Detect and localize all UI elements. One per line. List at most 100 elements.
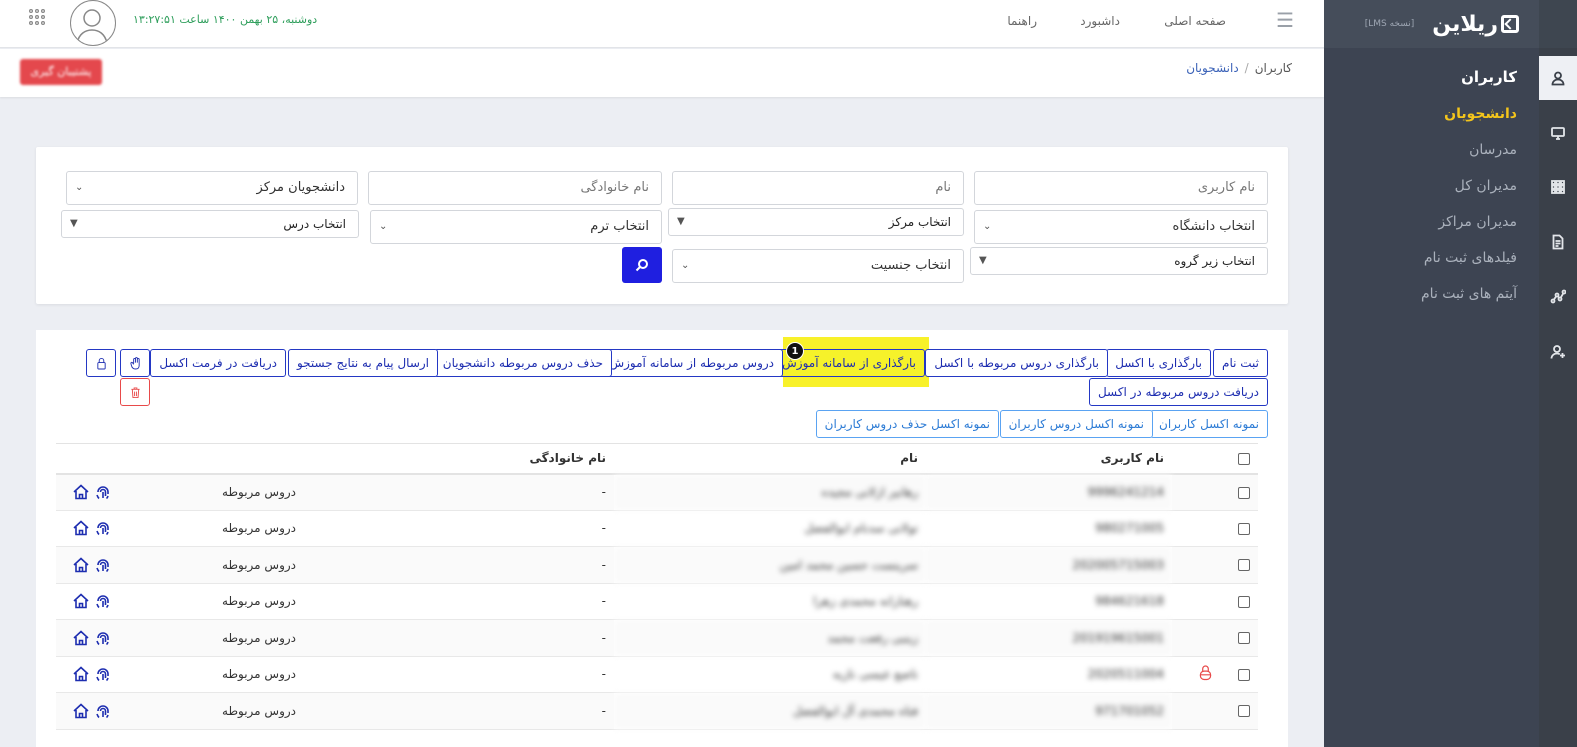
- university-select[interactable]: انتخاب دانشگاه ⌄: [974, 210, 1268, 244]
- row-checkbox[interactable]: [1238, 705, 1250, 718]
- user-avatar-icon: [76, 9, 108, 44]
- users-table: نام کاربری نام نام خانوادگی 9996241214 ر…: [56, 443, 1258, 730]
- row-checkbox[interactable]: [1238, 632, 1250, 645]
- chart-icon[interactable]: [1539, 275, 1577, 319]
- row-checkbox[interactable]: [1238, 522, 1250, 535]
- lastname-input[interactable]: نام خانوادگی: [368, 171, 662, 205]
- firstname-input[interactable]: نام: [672, 171, 964, 205]
- row-checkbox[interactable]: [1238, 595, 1250, 608]
- row-actions-cell: [56, 656, 120, 693]
- fingerprint-icon[interactable]: [94, 519, 112, 537]
- username-cell[interactable]: 984621618: [926, 583, 1172, 620]
- sample-delete-user-courses-excel-button[interactable]: نمونه اکسل حذف دروس کاربران: [815, 410, 999, 438]
- center-students-select[interactable]: دانشجویان مرکز ⌄: [66, 171, 358, 205]
- nav-home-link[interactable]: صفحه اصلی: [1164, 14, 1226, 28]
- home-icon[interactable]: [72, 483, 90, 501]
- related-courses-link[interactable]: دروس مربوطه: [120, 656, 304, 693]
- sample-users-excel-button[interactable]: نمونه اکسل کاربران: [1150, 410, 1268, 438]
- name-cell: سرینست حسین محمد امین: [614, 546, 926, 584]
- breadcrumb: کاربران / دانشجویان: [1186, 61, 1292, 75]
- username-cell[interactable]: 9996241214: [926, 473, 1172, 511]
- sidebar-item-admins[interactable]: مدیران کل: [1324, 168, 1539, 204]
- username-header[interactable]: نام کاربری: [926, 443, 1172, 475]
- nav-help-link[interactable]: راهنما: [1007, 14, 1037, 28]
- username-input[interactable]: نام کاربری: [974, 171, 1268, 205]
- related-courses-from-edu-button[interactable]: دروس مربوطه از سامانه آموزش: [600, 349, 783, 377]
- username-cell[interactable]: 202005715003: [926, 546, 1172, 584]
- avatar[interactable]: [70, 0, 116, 46]
- upload-excel-button[interactable]: بارگذاری با اکسل: [1106, 349, 1211, 377]
- fingerprint-icon[interactable]: [94, 629, 112, 647]
- username-cell[interactable]: 971701052: [926, 692, 1172, 730]
- lock-icon: [96, 358, 106, 370]
- chevron-down-icon: ⌄: [379, 221, 388, 232]
- home-icon[interactable]: [72, 556, 90, 574]
- apps-grid-icon[interactable]: [28, 8, 46, 26]
- hand-icon-button[interactable]: [120, 349, 150, 377]
- related-courses-link[interactable]: دروس مربوطه: [120, 619, 304, 657]
- sidebar-item-registration-items[interactable]: آیتم های ثبت نام: [1324, 276, 1539, 312]
- fingerprint-icon[interactable]: [94, 592, 112, 610]
- related-courses-link[interactable]: دروس مربوطه: [120, 692, 304, 730]
- gender-select[interactable]: انتخاب جنسیت ⌄: [672, 249, 964, 283]
- sidebar-section-title: کاربران: [1461, 68, 1517, 86]
- monitor-icon[interactable]: [1539, 111, 1577, 155]
- name-header[interactable]: نام: [614, 443, 926, 475]
- users-table-card: ثبت نام بارگذاری با اکسل بارگذاری دروس م…: [36, 330, 1288, 747]
- grid-icon[interactable]: [1539, 165, 1577, 209]
- center-select[interactable]: انتخاب مرکز ▼: [668, 208, 964, 236]
- row-checkbox[interactable]: [1238, 486, 1250, 499]
- fingerprint-icon[interactable]: [94, 556, 112, 574]
- row-checkbox[interactable]: [1238, 559, 1250, 572]
- sample-user-courses-excel-button[interactable]: نمونه اکسل دروس کاربران: [999, 410, 1153, 438]
- related-courses-link[interactable]: دروس مربوطه: [120, 473, 304, 511]
- username-cell[interactable]: 201919615001: [926, 619, 1172, 657]
- related-courses-link[interactable]: دروس مربوطه: [120, 546, 304, 584]
- gender-value: انتخاب جنسیت: [870, 258, 951, 273]
- username-cell[interactable]: 980271005: [926, 510, 1172, 547]
- sidebar-item-teachers[interactable]: مدرسان: [1324, 132, 1539, 168]
- menu-toggle-icon[interactable]: ☰: [1276, 8, 1294, 32]
- related-courses-link[interactable]: دروس مربوطه: [120, 583, 304, 620]
- home-icon[interactable]: [72, 665, 90, 683]
- breadcrumb-parent[interactable]: کاربران: [1255, 61, 1292, 75]
- related-courses-link[interactable]: دروس مربوطه: [120, 510, 304, 547]
- home-icon[interactable]: [72, 519, 90, 537]
- brand-logo[interactable]: ریلاین: [1432, 12, 1519, 37]
- sidebar-item-registration-fields[interactable]: فیلدهای ثبت نام: [1324, 240, 1539, 276]
- lock-button[interactable]: [86, 349, 116, 377]
- home-icon[interactable]: [72, 592, 90, 610]
- sidebar-item-center-managers[interactable]: مدیران مراکز: [1324, 204, 1539, 240]
- course-select[interactable]: انتخاب درس ▼: [61, 210, 359, 238]
- home-icon[interactable]: [72, 702, 90, 720]
- select-all-checkbox[interactable]: [1238, 452, 1250, 465]
- users-icon[interactable]: [1539, 56, 1577, 100]
- subgroup-select[interactable]: انتخاب زیر گروه ▼: [970, 247, 1268, 275]
- document-icon[interactable]: [1539, 220, 1577, 264]
- fingerprint-icon[interactable]: [94, 483, 112, 501]
- sidebar-item-students[interactable]: دانشجویان: [1324, 96, 1539, 132]
- search-button[interactable]: [622, 247, 662, 283]
- home-icon[interactable]: [72, 629, 90, 647]
- chevron-down-icon: ⌄: [681, 260, 690, 271]
- username-cell[interactable]: 2020511004: [926, 656, 1172, 693]
- download-excel-button[interactable]: دریافت در فرمت اکسل: [150, 349, 286, 377]
- backup-button[interactable]: پشتیبان گیری: [20, 59, 102, 85]
- fingerprint-icon[interactable]: [94, 665, 112, 683]
- delete-related-courses-button[interactable]: حذف دروس مربوطه دانشجویان: [433, 349, 612, 377]
- send-message-button[interactable]: ارسال پیام به نتایج جستجو: [287, 349, 438, 377]
- nav-dashboard-link[interactable]: داشبورد: [1080, 14, 1120, 28]
- lastname-header[interactable]: نام خانوادگی: [304, 443, 614, 475]
- locked-icon[interactable]: [1199, 664, 1212, 681]
- row-checkbox[interactable]: [1238, 668, 1250, 681]
- term-select[interactable]: انتخاب ترم ⌄: [370, 210, 662, 244]
- row-actions-cell: [56, 510, 120, 547]
- add-user-icon[interactable]: [1539, 330, 1577, 374]
- table-row: 2020511004 ناصع عیسی نازیه - دروس مربوطه: [56, 656, 1258, 693]
- upload-related-courses-excel-button[interactable]: بارگذاری دروس مربوطه با اکسل: [925, 349, 1108, 377]
- table-row: 971701052 فتاه محمدی آل ابوالفضل - دروس …: [56, 692, 1258, 730]
- delete-button[interactable]: [120, 378, 150, 406]
- register-button[interactable]: ثبت نام: [1213, 349, 1268, 377]
- download-related-courses-excel-button[interactable]: دریافت دروس مربوطه در اکسل: [1088, 378, 1268, 406]
- fingerprint-icon[interactable]: [94, 702, 112, 720]
